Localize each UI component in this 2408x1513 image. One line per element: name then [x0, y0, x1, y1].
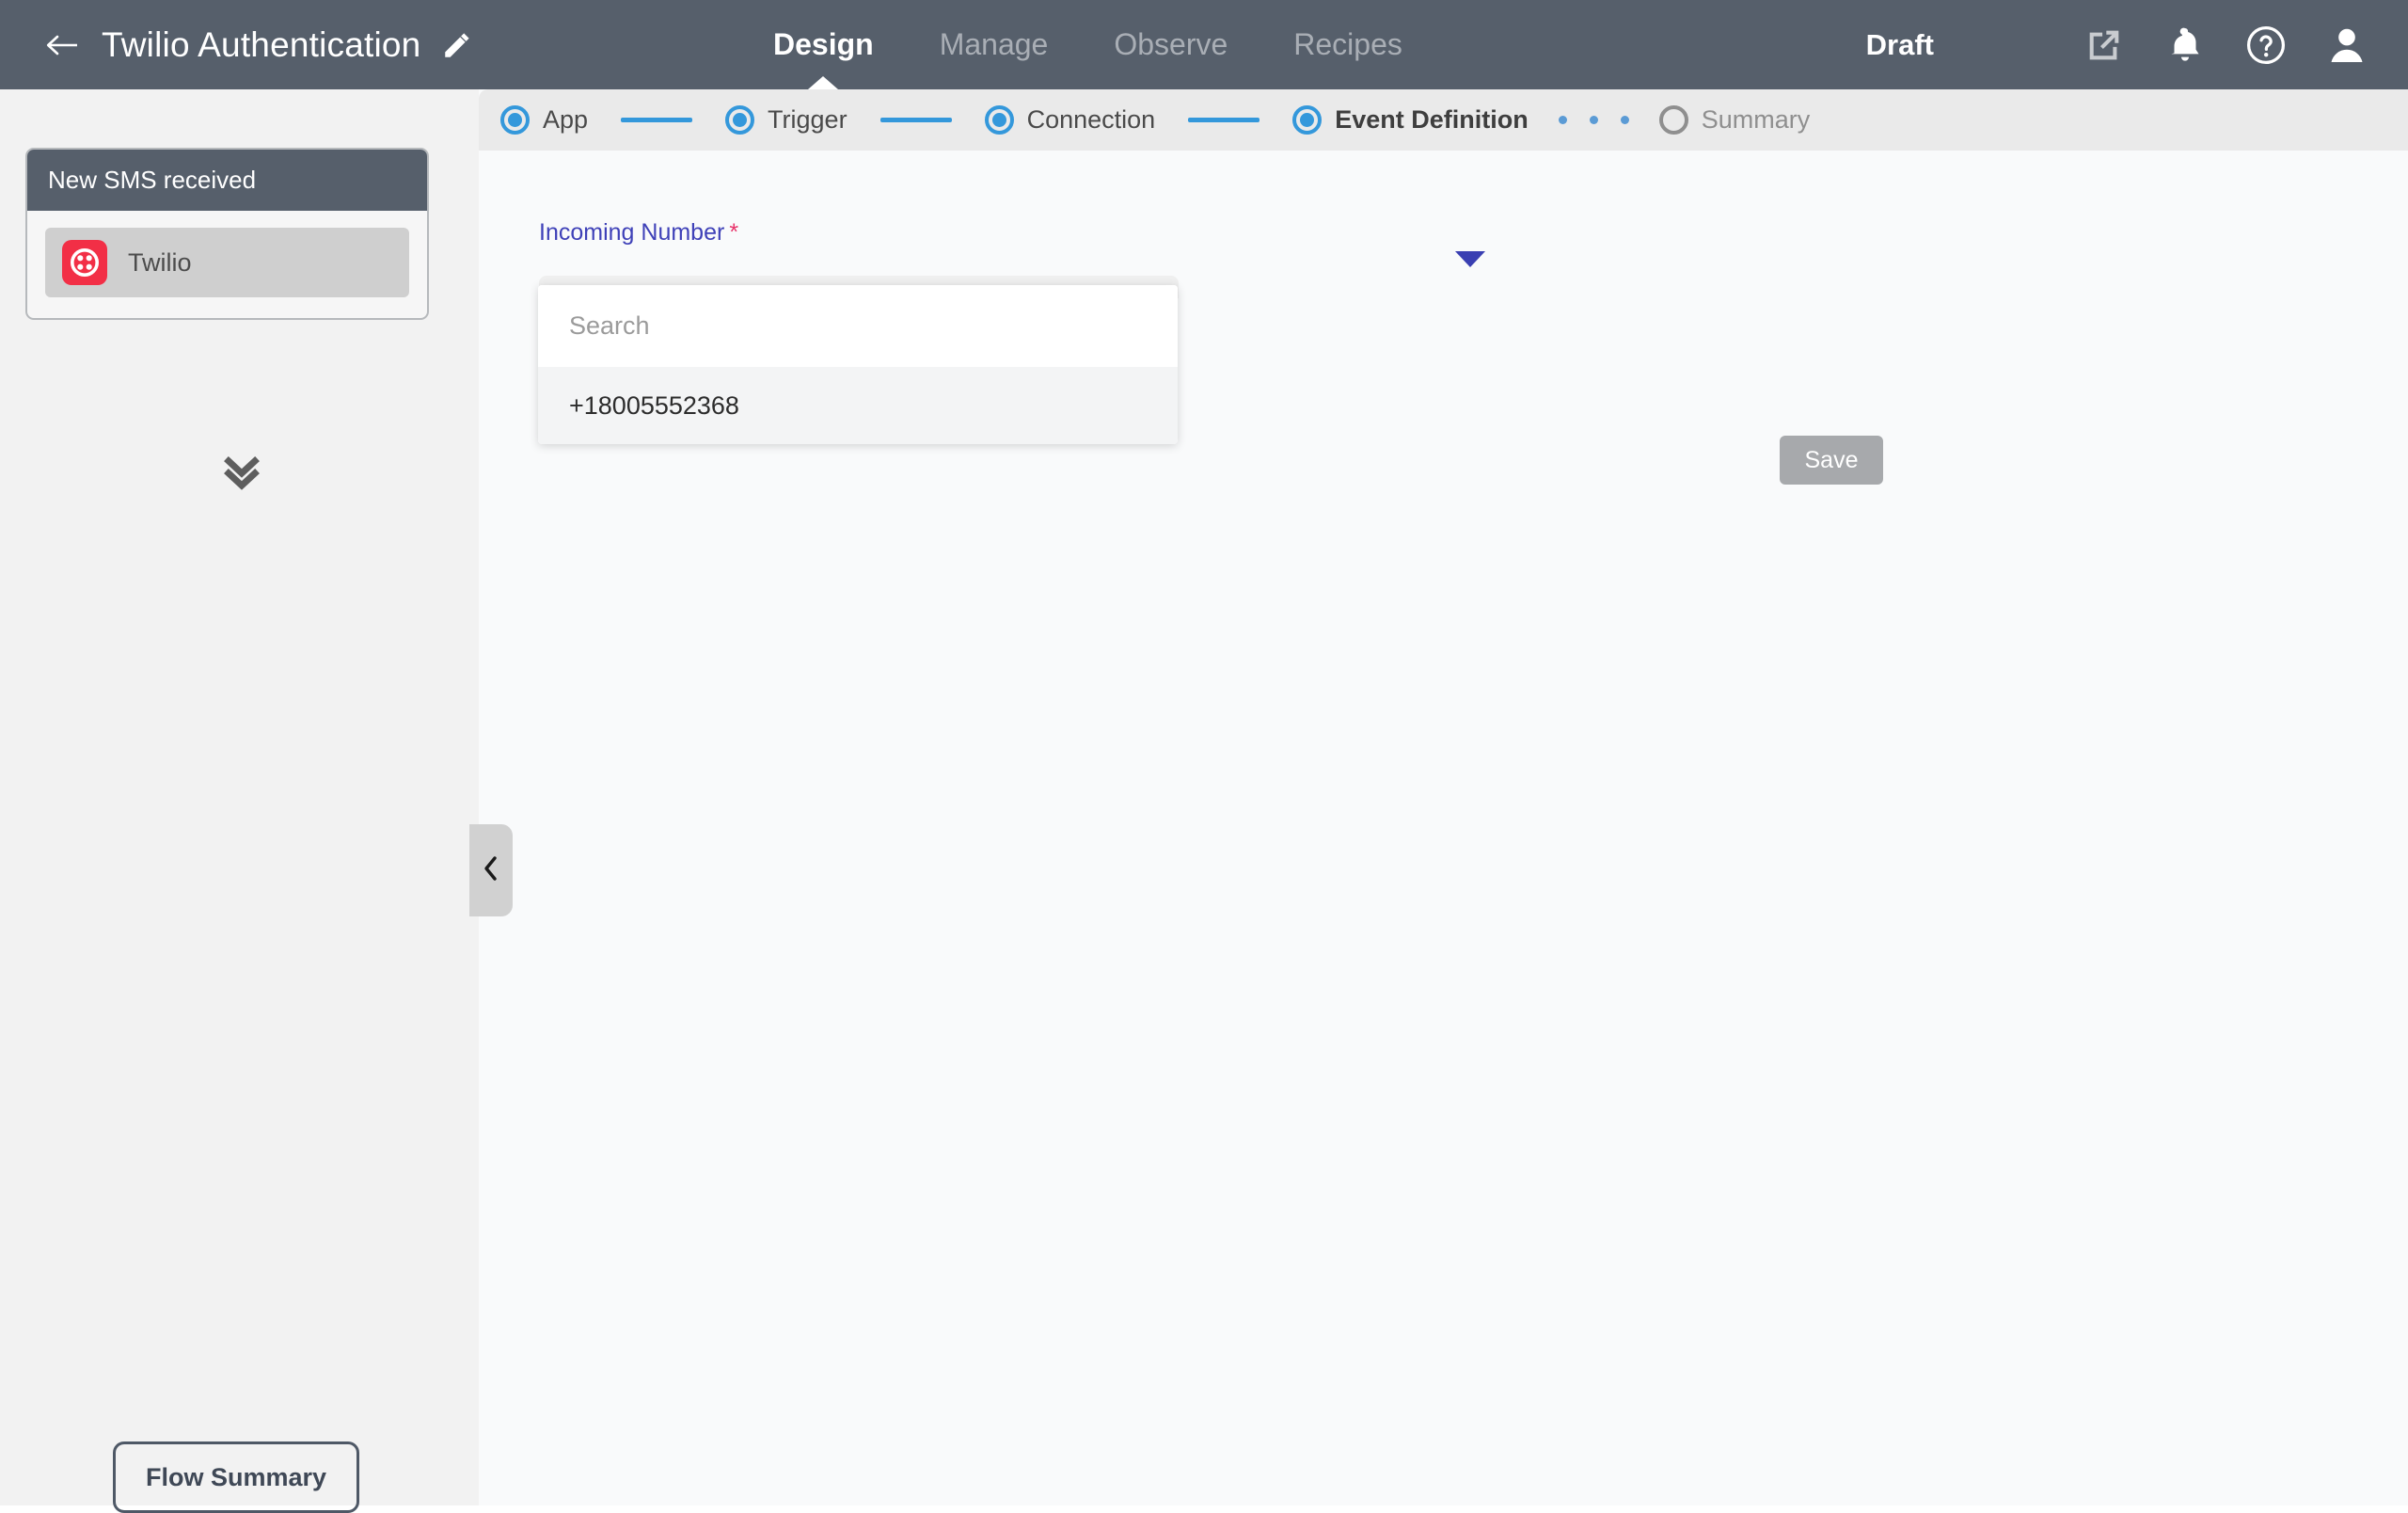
tab-observe-label: Observe [1114, 27, 1228, 61]
step-trigger-radio-icon [725, 105, 755, 135]
flow-summary-button[interactable]: Flow Summary [113, 1441, 359, 1513]
trigger-node-card[interactable]: New SMS received Twilio [25, 148, 429, 320]
user-avatar-icon[interactable] [2325, 24, 2368, 67]
chevron-down-icon[interactable] [1455, 251, 1485, 267]
tab-manage-label: Manage [939, 27, 1049, 61]
step-trigger-label: Trigger [768, 105, 848, 134]
search-input[interactable] [538, 285, 1178, 367]
external-link-icon[interactable] [2083, 24, 2126, 67]
step-connector-2 [879, 118, 952, 122]
required-marker: * [729, 219, 739, 246]
step-trigger[interactable]: Trigger [725, 105, 848, 135]
twilio-logo-icon [62, 240, 107, 285]
step-event-definition-label: Event Definition [1335, 105, 1529, 134]
step-app-label: App [543, 105, 589, 134]
incoming-number-label: Incoming Number * [539, 219, 738, 247]
flow-canvas-panel: New SMS received Twilio Flow Summary [0, 89, 479, 1513]
step-connector-dots [1558, 116, 1629, 124]
tab-observe[interactable]: Observe [1110, 0, 1231, 89]
step-connection[interactable]: Connection [984, 105, 1156, 135]
help-circle-icon[interactable] [2244, 24, 2288, 67]
step-summary-radio-icon [1658, 105, 1688, 135]
step-connection-label: Connection [1026, 105, 1156, 134]
flow-title: Twilio Authentication [102, 24, 421, 64]
wizard-panel: App Trigger Connection Event Definition … [479, 89, 2408, 1505]
step-app-radio-icon [500, 105, 530, 135]
incoming-number-dropdown: +18005552368 [538, 285, 1178, 444]
pencil-icon[interactable] [441, 29, 473, 61]
tab-design[interactable]: Design [769, 0, 878, 89]
tab-design-label: Design [773, 27, 874, 61]
step-connection-radio-icon [984, 105, 1014, 135]
step-event-definition[interactable]: Event Definition [1292, 105, 1529, 135]
node-app-label: Twilio [128, 247, 192, 277]
dropdown-option[interactable]: +18005552368 [538, 367, 1178, 444]
header-left-group: Twilio Authentication [0, 25, 473, 65]
save-button[interactable]: Save [1780, 436, 1883, 485]
wizard-stepper: App Trigger Connection Event Definition … [479, 89, 2408, 151]
step-app[interactable]: App [500, 105, 588, 135]
node-app-row[interactable]: Twilio [45, 228, 409, 297]
step-connector-3 [1188, 118, 1260, 122]
chevron-left-icon [481, 854, 501, 887]
step-summary[interactable]: Summary [1658, 105, 1811, 135]
panel-collapse-handle[interactable] [469, 824, 513, 916]
tab-manage[interactable]: Manage [936, 0, 1053, 89]
tab-recipes[interactable]: Recipes [1290, 0, 1406, 89]
app-header: Twilio Authentication Design Manage Obse… [0, 0, 2408, 89]
step-event-definition-radio-icon [1292, 105, 1323, 135]
bell-icon[interactable] [2163, 24, 2207, 67]
step-summary-label: Summary [1701, 105, 1811, 134]
header-right-group: Draft [1866, 0, 2368, 89]
node-card-title: New SMS received [27, 150, 427, 211]
incoming-number-label-text: Incoming Number [539, 219, 725, 246]
step-connector-1 [621, 118, 693, 122]
status-badge: Draft [1865, 27, 1934, 61]
header-tabs: Design Manage Observe Recipes [769, 0, 1406, 89]
node-card-body: Twilio [27, 211, 427, 318]
double-chevron-down-icon[interactable] [217, 448, 266, 497]
back-arrow-icon[interactable] [45, 31, 81, 59]
tab-recipes-label: Recipes [1293, 27, 1402, 61]
